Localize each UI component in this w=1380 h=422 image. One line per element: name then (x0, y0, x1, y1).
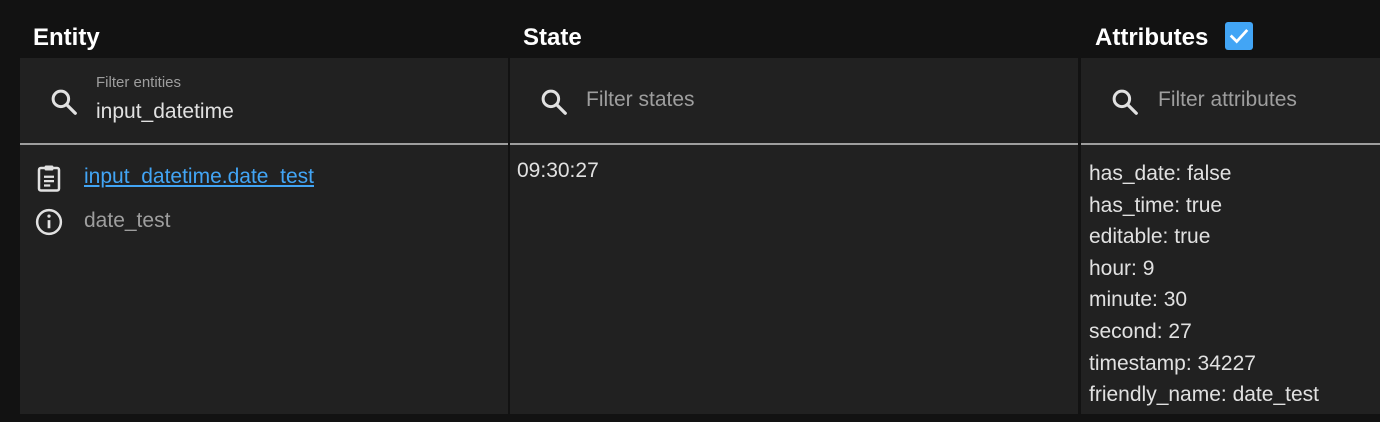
header-state[interactable]: State (523, 22, 582, 54)
attributes-filter[interactable]: Filter attributes (1081, 58, 1380, 145)
search-icon (51, 89, 77, 115)
state-filter[interactable]: Filter states (510, 58, 1078, 145)
attributes-column: Filter attributes has_date: false has_ti… (1081, 58, 1380, 414)
checkmark-icon (1229, 29, 1249, 44)
info-icon[interactable] (34, 207, 64, 237)
search-icon (1112, 89, 1138, 115)
clipboard-text-icon[interactable] (34, 163, 64, 193)
state-filter-input[interactable]: Filter states (586, 88, 695, 112)
entity-filter-input[interactable]: input_datetime (96, 100, 234, 124)
attribute-line: second: 27 (1089, 319, 1192, 343)
attributes-filter-input[interactable]: Filter attributes (1158, 88, 1297, 112)
attributes-list: has_date: false has_time: true editable:… (1089, 158, 1319, 411)
developer-tools-states: Entity State Attributes Filter entities … (0, 0, 1380, 422)
entity-column: Filter entities input_datetime input_dat… (20, 58, 508, 414)
attribute-line: editable: true (1089, 225, 1211, 249)
entity-cell: input_datetime.date_test date_test (20, 147, 508, 414)
state-cell: 09:30:27 (510, 147, 1078, 414)
entity-filter[interactable]: Filter entities input_datetime (20, 58, 508, 145)
state-value: 09:30:27 (517, 159, 599, 182)
attributes-toggle-checkbox[interactable] (1225, 22, 1253, 50)
entity-filter-label: Filter entities (96, 74, 182, 91)
attribute-line: friendly_name: date_test (1089, 383, 1319, 407)
state-column: Filter states 09:30:27 (510, 58, 1078, 414)
header-entity[interactable]: Entity (33, 22, 100, 54)
attributes-cell: has_date: false has_time: true editable:… (1081, 147, 1380, 414)
entity-id-link[interactable]: input_datetime.date_test (84, 165, 314, 189)
search-icon (541, 89, 567, 115)
attribute-line: hour: 9 (1089, 256, 1155, 280)
entity-friendly-name: date_test (84, 209, 171, 232)
attribute-line: timestamp: 34227 (1089, 351, 1256, 375)
attribute-line: has_time: true (1089, 193, 1223, 217)
attribute-line: minute: 30 (1089, 288, 1188, 312)
attribute-line: has_date: false (1089, 162, 1232, 185)
header-attributes: Attributes (1095, 24, 1209, 51)
